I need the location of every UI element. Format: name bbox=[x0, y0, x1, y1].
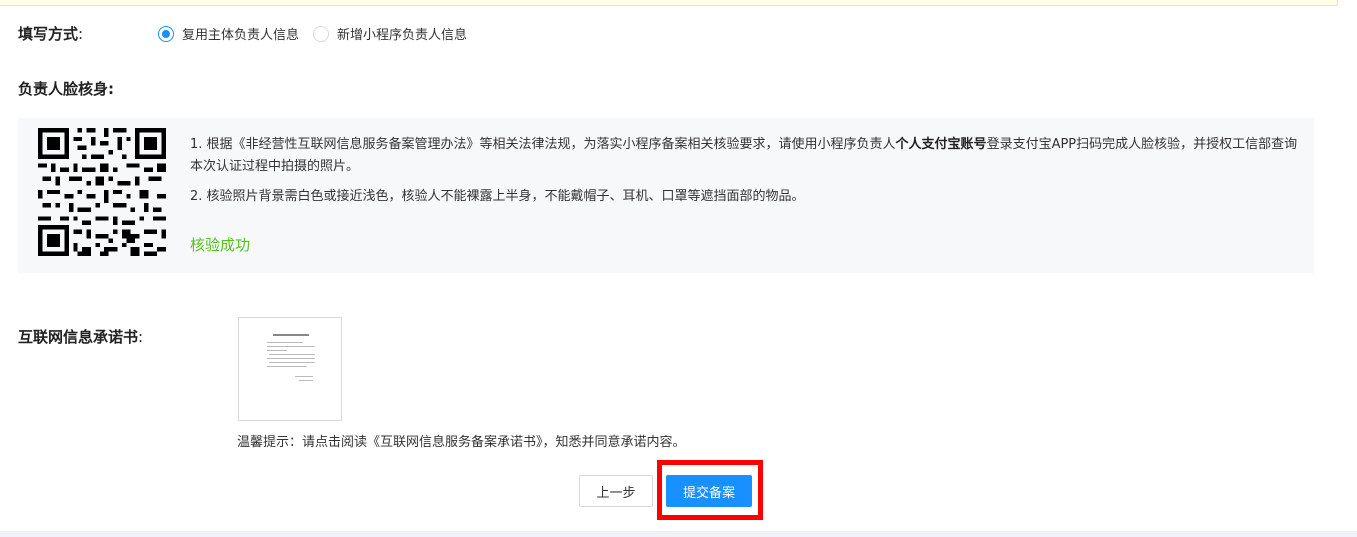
radio-label: 复用主体负责人信息 bbox=[182, 28, 300, 43]
document-preview-icon bbox=[259, 328, 321, 410]
top-notice-bar bbox=[0, 0, 1338, 6]
face-verify-label: 负责人脸核身: bbox=[18, 80, 115, 98]
pledge-document-thumbnail[interactable] bbox=[238, 317, 342, 421]
fill-method-radio-group: 复用主体负责人信息 新增小程序负责人信息 bbox=[158, 24, 481, 43]
prev-step-button[interactable]: 上一步 bbox=[579, 475, 653, 507]
fill-method-label: 填写方式: bbox=[18, 25, 84, 43]
instruction-1: 1. 根据《非经营性互联网信息服务备案管理办法》等相关法律法规，为落实小程序备案… bbox=[190, 137, 1298, 174]
qr-code-icon bbox=[38, 128, 166, 256]
face-verify-panel: 1. 根据《非经营性互联网信息服务备案管理办法》等相关法律法规，为落实小程序备案… bbox=[18, 118, 1314, 273]
radio-reuse-owner-info[interactable]: 复用主体负责人信息 bbox=[158, 24, 299, 43]
verify-status-text: 核验成功 bbox=[190, 236, 251, 254]
radio-checked-icon[interactable] bbox=[158, 25, 174, 42]
face-verify-instructions: 1. 根据《非经营性互联网信息服务备案管理办法》等相关法律法规，为落实小程序备案… bbox=[190, 134, 1300, 216]
instruction-2: 2. 核验照片背景需白色或接近浅色，核验人不能裸露上半身，不能戴帽子、耳机、口罩… bbox=[190, 189, 805, 204]
alipay-account-emphasis: 个人支付宝账号 bbox=[895, 137, 987, 152]
submit-highlight-box bbox=[657, 460, 763, 520]
radio-unchecked-icon[interactable] bbox=[313, 25, 330, 42]
radio-new-miniapp-owner-info[interactable]: 新增小程序负责人信息 bbox=[313, 24, 467, 43]
pledge-label: 互联网信息承诺书: bbox=[18, 328, 144, 346]
pledge-tip: 温馨提示：请点击阅读《互联网信息服务备案承诺书》，知悉并同意承诺内容。 bbox=[237, 435, 686, 450]
radio-label: 新增小程序负责人信息 bbox=[337, 28, 468, 43]
bottom-divider bbox=[0, 531, 1357, 537]
